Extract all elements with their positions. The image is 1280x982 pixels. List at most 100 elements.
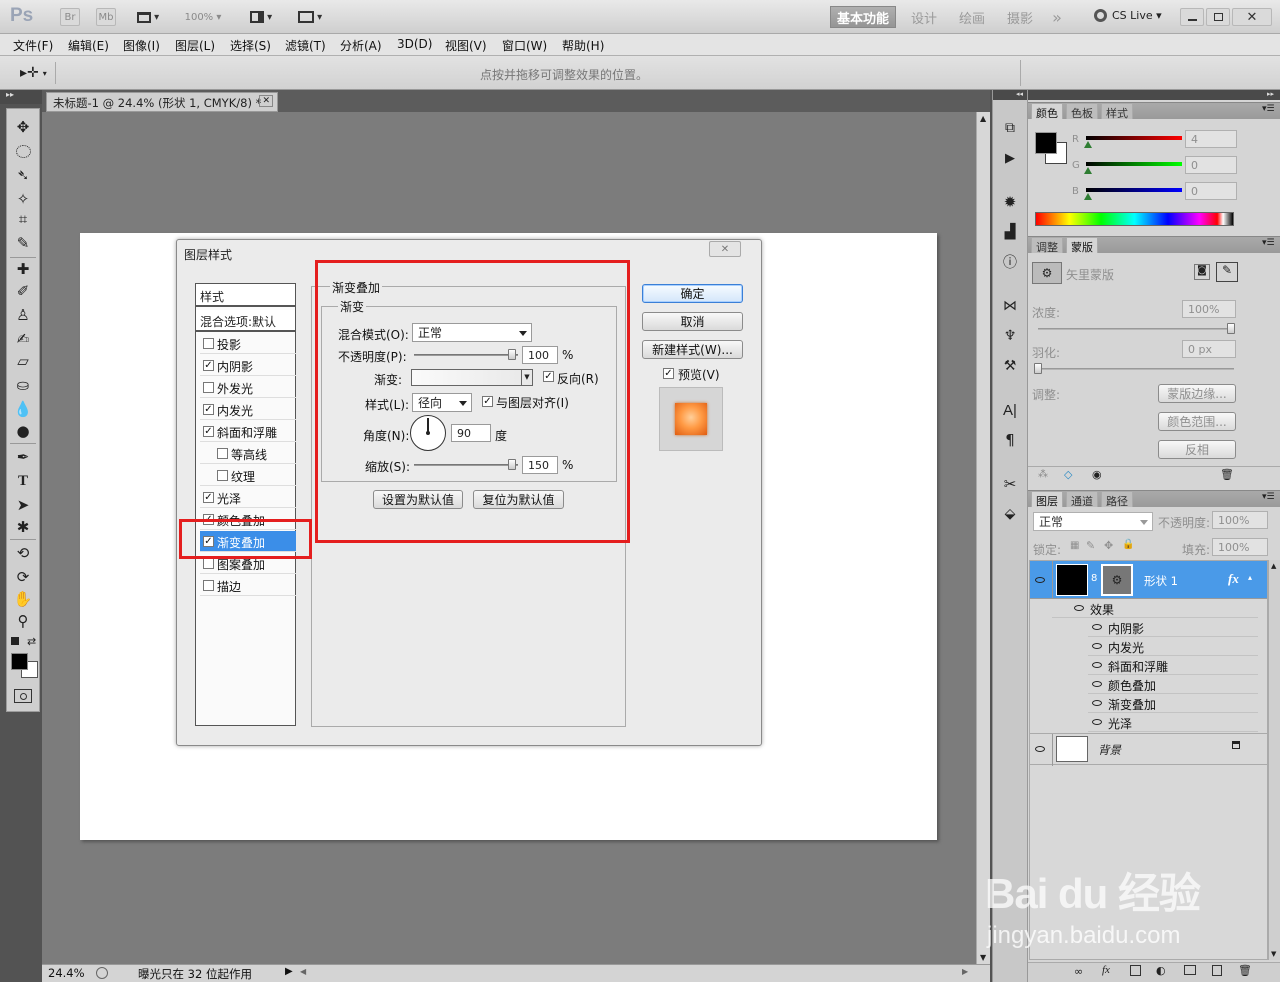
effect-eye-icon[interactable] (1092, 681, 1102, 687)
style-item-stroke[interactable]: 描边 (200, 575, 296, 596)
style-item-inner-glow[interactable]: ✓ 内发光 (200, 399, 296, 420)
new-style-button[interactable]: 新建样式(W)... (642, 340, 743, 359)
drop-shadow-checkbox[interactable] (203, 338, 214, 349)
lock-all-icon[interactable]: 🔒 (1122, 539, 1134, 550)
background-layer-name[interactable]: 背景 (1098, 742, 1121, 758)
r-slider-thumb[interactable] (1084, 141, 1092, 148)
hscroll-left-icon[interactable]: ◀ (300, 967, 306, 976)
menu-3d[interactable]: 3D(D) (397, 37, 432, 51)
status-icon[interactable] (96, 967, 108, 979)
tool-presets-panel-icon[interactable]: ⚒ (1000, 356, 1020, 376)
foreground-color-swatch[interactable] (11, 653, 28, 670)
swap-colors-icon[interactable]: ⇄ (27, 635, 36, 648)
satin-checkbox[interactable]: ✓ (203, 492, 214, 503)
vector-mask-thumbnail[interactable]: ⚙ (1101, 564, 1133, 596)
effect-row[interactable]: 内发光 (1088, 637, 1258, 656)
contour-checkbox[interactable] (217, 448, 228, 459)
minimize-button[interactable] (1180, 8, 1204, 26)
lock-position-icon[interactable]: ✥ (1104, 539, 1113, 552)
lock-transparent-icon[interactable]: ▦ (1070, 540, 1079, 551)
mini-bridge-button[interactable]: Mb (96, 8, 116, 26)
menu-window[interactable]: 窗口(W) (502, 37, 547, 54)
effects-row[interactable]: 效果 (1052, 599, 1258, 618)
style-item-drop-shadow[interactable]: 投影 (200, 333, 296, 354)
paragraph-panel-icon[interactable]: ¶ (1000, 430, 1020, 450)
menu-edit[interactable]: 编辑(E) (68, 37, 109, 54)
tab-masks[interactable]: 蒙版 (1066, 237, 1098, 254)
color-spectrum-ramp[interactable] (1035, 212, 1234, 226)
feather-slider-thumb[interactable] (1034, 363, 1042, 374)
vertical-scrollbar[interactable]: ▲ ▼ (976, 112, 990, 964)
menu-view[interactable]: 视图(V) (445, 37, 487, 54)
visibility-eye-icon[interactable] (1035, 746, 1045, 752)
outer-glow-checkbox[interactable] (203, 382, 214, 393)
mask-edge-button[interactable]: 蒙版边缘... (1158, 384, 1236, 403)
restore-button[interactable] (1206, 8, 1230, 26)
style-item-satin[interactable]: ✓ 光泽 (200, 487, 296, 508)
layer-fill-field[interactable]: 100% (1212, 538, 1268, 556)
b-value-field[interactable]: 0 (1185, 182, 1237, 200)
history-brush-tool-icon[interactable]: ✍ (11, 329, 35, 349)
cs-live-button[interactable]: CS Live ▾ (1094, 9, 1162, 22)
layers-scrollbar[interactable]: ▲ ▼ (1268, 560, 1280, 960)
menu-analysis[interactable]: 分析(A) (340, 37, 382, 54)
tab-channels[interactable]: 通道 (1066, 491, 1098, 508)
add-style-icon[interactable]: fx (1102, 964, 1110, 976)
vector-mask-button[interactable]: ✎ (1216, 262, 1238, 282)
background-thumbnail[interactable] (1056, 736, 1088, 762)
fx-icon[interactable]: fx (1228, 571, 1239, 587)
g-value-field[interactable]: 0 (1185, 156, 1237, 174)
view-extras-button[interactable]: ▾ (132, 8, 164, 26)
tab-layers[interactable]: 图层 (1031, 491, 1063, 508)
workspace-painting[interactable]: 绘画 (950, 6, 994, 28)
eraser-tool-icon[interactable]: ▱ (11, 351, 35, 371)
link-layers-icon[interactable]: ∞ (1074, 965, 1083, 978)
3d-scene-panel-icon[interactable]: ⬙ (1000, 504, 1020, 524)
link-icon[interactable]: 8 (1091, 573, 1097, 584)
style-item-outer-glow[interactable]: 外发光 (200, 377, 296, 398)
effect-row[interactable]: 颜色叠加 (1088, 675, 1258, 694)
new-group-icon[interactable] (1184, 965, 1196, 975)
custom-shape-tool-icon[interactable]: ✱ (11, 517, 35, 537)
ok-button[interactable]: 确定 (642, 284, 743, 303)
status-zoom[interactable]: 24.4% (48, 966, 85, 980)
layer-row-shape[interactable]: 8 ⚙ 形状 1 fx ▴ (1030, 561, 1267, 599)
feather-slider[interactable] (1038, 368, 1234, 370)
history-panel-icon[interactable]: ⧉ (1000, 118, 1020, 138)
pixel-mask-button[interactable]: ◙ (1194, 264, 1210, 280)
histogram-panel-icon[interactable]: ▟ (1000, 222, 1020, 242)
3d-rotate-tool-icon[interactable]: ⟲ (11, 543, 35, 563)
pen-tool-icon[interactable]: ✒ (11, 447, 35, 467)
fg-color-chip[interactable] (1035, 132, 1057, 154)
layers-scroll-down-icon[interactable]: ▼ (1271, 950, 1276, 958)
invert-button[interactable]: 反相 (1158, 440, 1236, 459)
effect-eye-icon[interactable] (1092, 719, 1102, 725)
blend-options-item[interactable]: 混合选项:默认 (196, 310, 295, 332)
lock-image-icon[interactable]: ✎ (1086, 539, 1095, 552)
density-field[interactable]: 100% (1182, 300, 1236, 318)
brush-tool-icon[interactable]: ✐ (11, 281, 35, 301)
clone-source-panel-icon[interactable]: ♆ (1000, 326, 1020, 346)
layers-panel-menu-icon[interactable]: ▾☰ (1262, 492, 1275, 502)
add-mask-icon[interactable] (1130, 965, 1141, 976)
info-panel-icon[interactable]: ⓘ (1000, 252, 1020, 272)
navigator-panel-icon[interactable]: ✹ (1000, 192, 1020, 212)
actions-panel-icon[interactable]: ▶ (1000, 148, 1020, 168)
expand-effects-icon[interactable]: ▴ (1248, 573, 1252, 582)
layer-blend-mode-select[interactable]: 正常 (1033, 512, 1153, 531)
zoom-tool-icon[interactable]: ⚲ (11, 611, 35, 631)
style-item-texture[interactable]: 纹理 (200, 465, 296, 486)
collapse-strip-icon[interactable]: ◂◂ (993, 90, 1027, 100)
path-selection-tool-icon[interactable]: ➤ (11, 495, 35, 515)
marquee-tool-icon[interactable] (11, 141, 35, 161)
pattern-overlay-checkbox[interactable] (203, 558, 214, 569)
layer-opacity-field[interactable]: 100% (1212, 511, 1268, 529)
style-item-bevel-emboss[interactable]: ✓ 斜面和浮雕 (200, 421, 296, 442)
collapse-right-icon[interactable]: ▸▸ (1028, 90, 1280, 100)
workspace-design[interactable]: 设计 (902, 6, 946, 28)
g-slider-thumb[interactable] (1084, 167, 1092, 174)
quick-selection-tool-icon[interactable]: ✧ (11, 189, 35, 209)
density-slider-thumb[interactable] (1227, 323, 1235, 334)
effect-eye-icon[interactable] (1092, 662, 1102, 668)
menu-layer[interactable]: 图层(L) (175, 37, 215, 54)
